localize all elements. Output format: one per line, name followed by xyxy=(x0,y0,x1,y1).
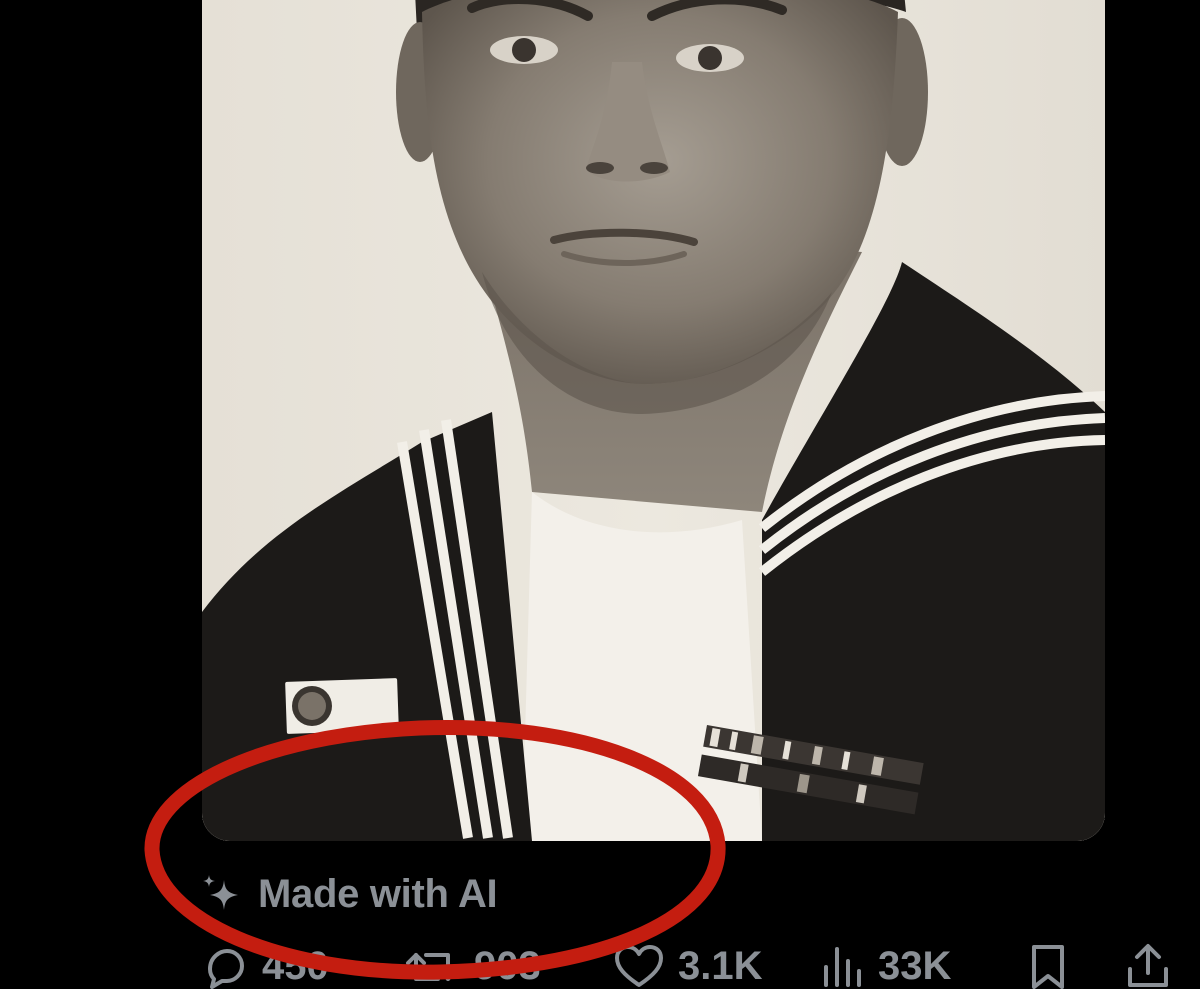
reply-icon xyxy=(208,949,244,989)
ai-label-text: Made with AI xyxy=(258,871,498,916)
views-count: 33K xyxy=(878,943,952,988)
portrait-photo xyxy=(202,0,1105,841)
reply-button[interactable]: 450 xyxy=(200,936,329,989)
repost-icon xyxy=(406,953,458,981)
share-icon xyxy=(1128,944,1168,987)
reply-count: 450 xyxy=(262,943,329,988)
made-with-ai-label[interactable]: Made with AI xyxy=(200,866,498,922)
repost-button[interactable]: 903 xyxy=(402,936,541,989)
like-button[interactable]: 3.1K xyxy=(612,936,763,989)
views-button[interactable]: 33K xyxy=(820,936,951,989)
post-action-bar: 450 903 3.1K 33K xyxy=(0,936,1200,989)
post-media-image[interactable] xyxy=(202,0,1105,841)
share-button[interactable] xyxy=(1124,936,1172,989)
post-view: Made with AI 450 903 3.1K 33K xyxy=(0,0,1200,989)
sparkle-icon xyxy=(203,875,238,910)
bookmark-icon xyxy=(1032,945,1064,989)
repost-count: 903 xyxy=(474,943,541,988)
heart-icon xyxy=(615,945,663,987)
views-icon xyxy=(824,947,861,987)
like-count: 3.1K xyxy=(678,943,763,988)
bookmark-button[interactable] xyxy=(1026,936,1070,989)
